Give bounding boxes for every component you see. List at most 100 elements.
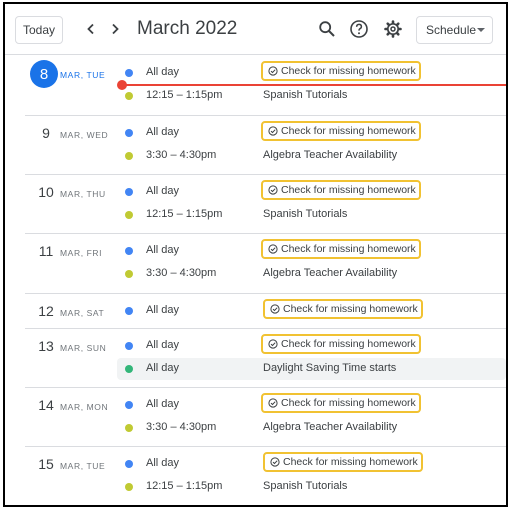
task-title: Check for missing homework xyxy=(281,184,416,196)
event-time: All day xyxy=(146,126,180,138)
gear-icon[interactable] xyxy=(382,18,404,40)
event-color-dot xyxy=(125,401,133,409)
day-label[interactable]: MAR, TUE xyxy=(60,70,105,80)
day-group: 11 MAR, FRI All day Check for missing homew… xyxy=(25,233,506,294)
task-title: Check for missing homework xyxy=(283,456,418,468)
chevron-right-icon[interactable] xyxy=(105,19,125,39)
event-color-dot xyxy=(125,129,133,137)
task-check-icon xyxy=(268,126,278,136)
current-time-dot xyxy=(117,80,127,90)
event-time: All day xyxy=(146,362,180,374)
event-row[interactable]: All day Check for missing homework xyxy=(117,239,506,262)
event-row[interactable]: All day Check for missing homework xyxy=(117,393,506,416)
event-color-dot xyxy=(125,69,133,77)
day-label[interactable]: MAR, FRI xyxy=(60,248,102,258)
task-chip[interactable]: Check for missing homework xyxy=(261,180,421,200)
day-group: 13 MAR, SUN All day Check for missing homew… xyxy=(25,328,506,388)
task-title: Check for missing homework xyxy=(281,65,416,77)
day-group: 10 MAR, THU All day Check for missing homew… xyxy=(25,174,506,234)
event-row[interactable]: 3:30 – 4:30pm Algebra Teacher Availabilit… xyxy=(117,263,506,285)
day-label[interactable]: MAR, TUE xyxy=(60,461,105,471)
task-chip[interactable]: Check for missing homework xyxy=(261,239,421,259)
task-chip[interactable]: Check for missing homework xyxy=(261,393,421,413)
day-number[interactable]: 12 xyxy=(35,303,57,319)
event-row[interactable]: All day Check for missing homework xyxy=(117,299,506,322)
event-row[interactable]: 12:15 – 1:15pm Spanish Tutorials xyxy=(117,85,506,107)
event-time: All day xyxy=(146,457,180,469)
event-time: 12:15 – 1:15pm xyxy=(146,480,223,492)
event-time: All day xyxy=(146,185,180,197)
task-chip[interactable]: Check for missing homework xyxy=(263,452,423,472)
task-chip[interactable]: Check for missing homework xyxy=(261,121,421,141)
event-row[interactable]: All day Daylight Saving Time starts xyxy=(117,358,506,380)
event-row[interactable]: All day Check for missing homework xyxy=(117,452,506,475)
event-time: All day xyxy=(146,398,180,410)
day-label[interactable]: MAR, SUN xyxy=(60,343,106,353)
task-chip[interactable]: Check for missing homework xyxy=(263,299,423,319)
event-time: All day xyxy=(146,339,180,351)
day-label[interactable]: MAR, SAT xyxy=(60,308,104,318)
event-color-dot xyxy=(125,188,133,196)
day-number[interactable]: 9 xyxy=(35,125,57,141)
day-number[interactable]: 8 xyxy=(30,60,58,88)
event-color-dot xyxy=(125,307,133,315)
event-color-dot xyxy=(125,483,133,491)
event-row[interactable]: All day Check for missing homework xyxy=(117,121,506,144)
day-number[interactable]: 10 xyxy=(35,184,57,200)
event-color-dot xyxy=(125,424,133,432)
day-group: 14 MAR, MON All day Check for missing homew… xyxy=(25,387,506,447)
current-time-line xyxy=(121,84,506,86)
day-label[interactable]: MAR, MON xyxy=(60,402,108,412)
day-number[interactable]: 14 xyxy=(35,397,57,413)
event-color-dot xyxy=(125,342,133,350)
event-color-dot xyxy=(125,365,133,373)
task-check-icon xyxy=(268,185,278,195)
task-chip[interactable]: Check for missing homework xyxy=(261,61,421,81)
event-time: 12:15 – 1:15pm xyxy=(146,89,223,101)
help-icon[interactable] xyxy=(348,18,370,40)
event-title: Spanish Tutorials xyxy=(263,89,348,101)
event-title: Algebra Teacher Availability xyxy=(263,421,398,433)
day-group: 12 MAR, SAT All day Check for missing homew… xyxy=(25,293,506,329)
event-time: 12:15 – 1:15pm xyxy=(146,208,223,220)
event-time: All day xyxy=(146,244,180,256)
event-color-dot xyxy=(125,247,133,255)
chevron-left-icon[interactable] xyxy=(81,19,101,39)
task-chip[interactable]: Check for missing homework xyxy=(261,334,421,354)
event-title: Spanish Tutorials xyxy=(263,480,348,492)
task-title: Check for missing homework xyxy=(283,303,418,315)
day-label[interactable]: MAR, THU xyxy=(60,189,106,199)
search-icon[interactable] xyxy=(316,18,338,40)
event-title: Algebra Teacher Availability xyxy=(263,267,398,279)
task-check-icon xyxy=(268,398,278,408)
today-button[interactable]: Today xyxy=(15,16,63,44)
event-time: 3:30 – 4:30pm xyxy=(146,149,217,161)
event-color-dot xyxy=(125,92,133,100)
view-selector[interactable]: Schedule xyxy=(416,16,493,44)
day-group: 15 MAR, TUE All day Check for missing homew… xyxy=(25,446,506,505)
event-color-dot xyxy=(125,270,133,278)
event-row[interactable]: 3:30 – 4:30pm Algebra Teacher Availabilit… xyxy=(117,145,506,167)
event-time: 3:30 – 4:30pm xyxy=(146,267,217,279)
event-time: 3:30 – 4:30pm xyxy=(146,421,217,433)
day-number[interactable]: 15 xyxy=(35,456,57,472)
task-title: Check for missing homework xyxy=(281,338,416,350)
event-title: Daylight Saving Time starts xyxy=(263,362,397,374)
event-title: Spanish Tutorials xyxy=(263,208,348,220)
task-check-icon xyxy=(268,339,278,349)
page-title: March 2022 xyxy=(137,18,238,39)
task-check-icon xyxy=(268,66,278,76)
day-number[interactable]: 11 xyxy=(35,243,57,259)
task-title: Check for missing homework xyxy=(281,125,416,137)
calendar-window: Today March 2022 Schedule 8 MAR, TUE All… xyxy=(3,2,508,507)
event-row[interactable]: 3:30 – 4:30pm Algebra Teacher Availabilit… xyxy=(117,417,506,439)
event-row[interactable]: All day Check for missing homework xyxy=(117,334,506,357)
event-row[interactable]: All day Check for missing homework xyxy=(117,180,506,203)
event-row[interactable]: 12:15 – 1:15pm Spanish Tutorials xyxy=(117,476,506,498)
event-color-dot xyxy=(125,152,133,160)
day-number[interactable]: 13 xyxy=(35,338,57,354)
day-label[interactable]: MAR, WED xyxy=(60,130,108,140)
event-row[interactable]: All day Check for missing homework xyxy=(117,61,506,84)
event-color-dot xyxy=(125,460,133,468)
event-row[interactable]: 12:15 – 1:15pm Spanish Tutorials xyxy=(117,204,506,226)
